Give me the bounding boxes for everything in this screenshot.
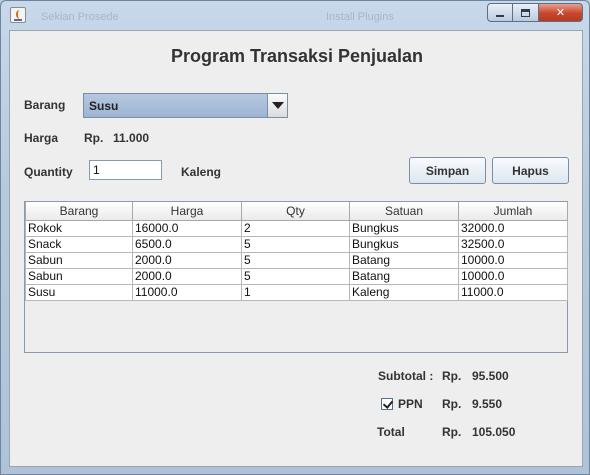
close-icon: ✕ [555,6,566,19]
subtotal-currency: Rp. [442,369,462,383]
table-cell: 2000.0 [132,251,242,269]
barang-label: Barang [24,98,66,112]
table-cell: 5 [241,251,350,269]
total-value: 105.050 [472,425,516,439]
background-window-text: Install Plugins [326,11,394,23]
table-cell: 16000.0 [132,219,242,237]
table-cell: 5 [241,267,350,285]
satuan-label: Kaleng [181,165,222,179]
page-title: Program Transaksi Penjualan [170,46,424,66]
column-header[interactable]: Qty [241,202,350,221]
table-cell: Bungkus [349,235,459,253]
total-label: Total [377,425,405,439]
hapus-button[interactable]: Hapus [492,157,569,184]
table-cell: 10000.0 [458,251,568,269]
barang-combobox[interactable]: Susu [83,93,288,118]
close-button[interactable]: ✕ [539,3,583,22]
harga-currency: Rp. [84,131,104,145]
subtotal-value: 95.500 [472,369,509,383]
table-cell: Sabun [25,267,133,285]
table-cell: Susu [25,283,133,301]
maximize-button[interactable] [513,3,539,22]
subtotal-label: Subtotal : [378,369,434,383]
quantity-input[interactable] [89,160,162,180]
title-bar[interactable]: Sekian Prosede Install Plugins ✕ [1,1,589,29]
table-cell: Batang [349,267,459,285]
table-cell: 32000.0 [458,219,568,237]
harga-value: 11.000 [113,131,150,145]
table-cell: 10000.0 [458,267,568,285]
table-cell: 11000.0 [132,283,242,301]
column-header[interactable]: Barang [25,202,133,221]
barang-selected-value: Susu [89,99,119,113]
quantity-label: Quantity [24,165,73,179]
table-cell: 6500.0 [132,235,242,253]
table-cell: 2 [241,219,350,237]
table-row[interactable]: Susu 11000.0 1 Kaleng 11000.0 [25,283,568,301]
minimize-icon [496,14,504,17]
ppn-label[interactable]: PPN [398,397,423,411]
table-row[interactable]: Sabun 2000.0 5 Batang 10000.0 [25,251,568,269]
table-cell: 2000.0 [132,267,242,285]
table-cell: Sabun [25,251,133,269]
background-window-text: Sekian Prosede [41,11,119,23]
table-cell: Kaleng [349,283,459,301]
harga-label: Harga [24,131,59,145]
ppn-currency: Rp. [442,397,462,411]
chevron-down-icon[interactable] [267,94,287,117]
table-cell: 32500.0 [458,235,568,253]
window-controls: ✕ [487,3,583,22]
minimize-button[interactable] [487,3,513,22]
column-header[interactable]: Satuan [349,202,459,221]
main-panel: Program Transaksi Penjualan Barang Susu … [9,30,583,467]
table-cell: Batang [349,251,459,269]
table-cell: Snack [25,235,133,253]
ppn-value: 9.550 [472,397,503,411]
transaction-table[interactable]: Barang Harga Qty Satuan Jumlah Rokok 160… [24,201,568,353]
ppn-checkbox[interactable] [381,398,393,410]
table-cell: 11000.0 [458,283,568,301]
table-cell: Bungkus [349,219,459,237]
transaction-grid: Barang Harga Qty Satuan Jumlah Rokok 160… [25,202,568,301]
table-cell: 1 [241,283,350,301]
table-cell: Rokok [25,219,133,237]
java-icon [10,7,26,23]
column-header[interactable]: Harga [132,202,242,221]
simpan-button[interactable]: Simpan [409,157,486,184]
table-row[interactable]: Sabun 2000.0 5 Batang 10000.0 [25,267,568,285]
app-window: Sekian Prosede Install Plugins ✕ Program… [0,0,590,475]
maximize-icon [521,8,530,17]
table-header-row: Barang Harga Qty Satuan Jumlah [25,202,568,221]
table-cell: 5 [241,235,350,253]
table-row[interactable]: Snack 6500.0 5 Bungkus 32500.0 [25,235,568,253]
column-header[interactable]: Jumlah [458,202,568,221]
table-row[interactable]: Rokok 16000.0 2 Bungkus 32000.0 [25,219,568,237]
total-currency: Rp. [442,425,462,439]
